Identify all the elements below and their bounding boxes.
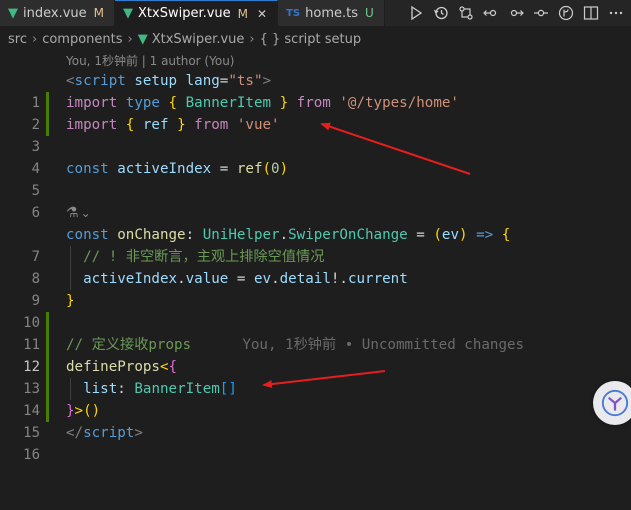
git-blame-header[interactable]: You, 1秒钟前 | 1 author (You)	[66, 52, 234, 70]
breadcrumb-components[interactable]: components	[42, 32, 122, 47]
modified-line-marker[interactable]	[46, 114, 49, 136]
breadcrumb-src[interactable]: src	[8, 32, 27, 47]
modified-line-marker[interactable]	[46, 92, 49, 114]
codelens-line: ⚗ ⌄	[0, 202, 631, 224]
code-line: 13 defineProps<{	[0, 356, 631, 397]
modified-line-marker[interactable]	[46, 400, 49, 422]
editor-tab-bar: ▼ index.vue M ▼ XtxSwiper.vue M ✕ TS hom…	[0, 0, 631, 26]
line-content: import { ref } from 'vue'	[66, 117, 280, 133]
modified-line-marker[interactable]	[46, 356, 49, 378]
tab-index-vue[interactable]: ▼ index.vue M	[0, 0, 115, 26]
modified-line-marker[interactable]	[46, 334, 49, 356]
vue-file-icon: ▼	[8, 5, 18, 21]
editor-toolbar	[407, 0, 631, 26]
code-line: 3 import { ref } from 'vue'	[0, 114, 631, 155]
git-compare-icon[interactable]	[457, 4, 475, 22]
line-content: list: BannerItem[]	[83, 381, 237, 397]
line-content: </script>	[66, 425, 143, 441]
line-content: defineProps<{	[66, 359, 178, 375]
modified-badge: M	[237, 6, 249, 21]
line-content: const activeIndex = ref(0)	[66, 161, 289, 177]
chevron-down-icon[interactable]: ⌄	[81, 202, 91, 224]
line-content: <script setup lang="ts">	[66, 73, 272, 89]
code-editor[interactable]: 1 <script setup lang="ts"> 2 import type…	[0, 70, 631, 463]
code-line: 7 const onChange: UniHelper.SwiperOnChan…	[0, 224, 631, 265]
code-line-current: 12 // 定义接收props You, 1秒钟前 • Uncommitted …	[0, 334, 631, 375]
line-content: // 定义接收props You, 1秒钟前 • Uncommitted cha…	[66, 337, 525, 353]
modified-line-marker[interactable]	[46, 378, 49, 400]
line-content: }>()	[66, 403, 101, 419]
chevron-right-icon: ›	[127, 31, 133, 47]
split-editor-icon[interactable]	[582, 4, 600, 22]
code-line: 6	[0, 180, 631, 221]
tab-xtxswiper-vue[interactable]: ▼ XtxSwiper.vue M ✕	[115, 0, 279, 26]
code-line: 9 activeIndex.value = ev.detail!.current	[0, 268, 631, 309]
code-line: 10 }	[0, 290, 631, 331]
code-line: 1 <script setup lang="ts">	[0, 70, 631, 111]
arrow-left-icon[interactable]	[482, 4, 500, 22]
chevron-right-icon: ›	[31, 31, 38, 47]
inline-git-blame: You, 1秒钟前 • Uncommitted changes	[242, 337, 525, 353]
run-icon[interactable]	[407, 4, 425, 22]
chevron-right-icon: ›	[249, 31, 255, 47]
close-icon[interactable]: ✕	[257, 7, 267, 21]
breadcrumb-file[interactable]: XtxSwiper.vue	[152, 32, 245, 47]
line-content: }	[66, 293, 75, 309]
history-icon[interactable]	[432, 4, 450, 22]
line-content: activeIndex.value = ev.detail!.current	[83, 271, 408, 287]
code-line: 8 // ! 非空断言，主观上排除空值情况	[0, 246, 631, 287]
code-line: 15 }>()	[0, 400, 631, 441]
flask-icon[interactable]: ⚗	[66, 202, 79, 224]
arrow-right-icon[interactable]	[507, 4, 525, 22]
tab-label: home.ts	[305, 5, 358, 21]
line-content: // ! 非空断言，主观上排除空值情况	[83, 249, 325, 265]
code-line: 2 import type { BannerItem } from '@/typ…	[0, 92, 631, 133]
vue-file-icon: ▼	[123, 6, 133, 21]
code-line: 5 const activeIndex = ref(0)	[0, 158, 631, 199]
line-number: 16	[23, 447, 40, 463]
code-line: 16 </script>	[0, 422, 631, 463]
source-control-icon[interactable]	[557, 4, 575, 22]
ai-assistant-icon[interactable]	[593, 381, 631, 425]
code-line: 4	[0, 136, 631, 177]
more-icon[interactable]	[607, 4, 625, 22]
code-line: 14 list: BannerItem[]	[0, 378, 631, 419]
modified-badge: M	[93, 6, 104, 20]
vue-file-icon: ▼	[137, 31, 148, 47]
line-content: const onChange: UniHelper.SwiperOnChange…	[66, 227, 511, 243]
codelens[interactable]: ⚗ ⌄	[66, 202, 91, 224]
git-commit-icon[interactable]	[532, 4, 550, 22]
ts-file-icon: TS	[286, 7, 301, 19]
breadcrumb-symbol[interactable]: { } script setup	[260, 32, 362, 47]
tab-label: XtxSwiper.vue	[138, 6, 231, 21]
tab-home-ts[interactable]: TS home.ts U	[278, 0, 385, 26]
line-content: import type { BannerItem } from '@/types…	[66, 95, 459, 111]
modified-line-marker[interactable]	[46, 312, 49, 334]
untracked-badge: U	[364, 6, 374, 20]
code-line: 11	[0, 312, 631, 353]
tab-label: index.vue	[23, 5, 87, 21]
breadcrumb: src › components › ▼ XtxSwiper.vue › { }…	[0, 26, 631, 52]
